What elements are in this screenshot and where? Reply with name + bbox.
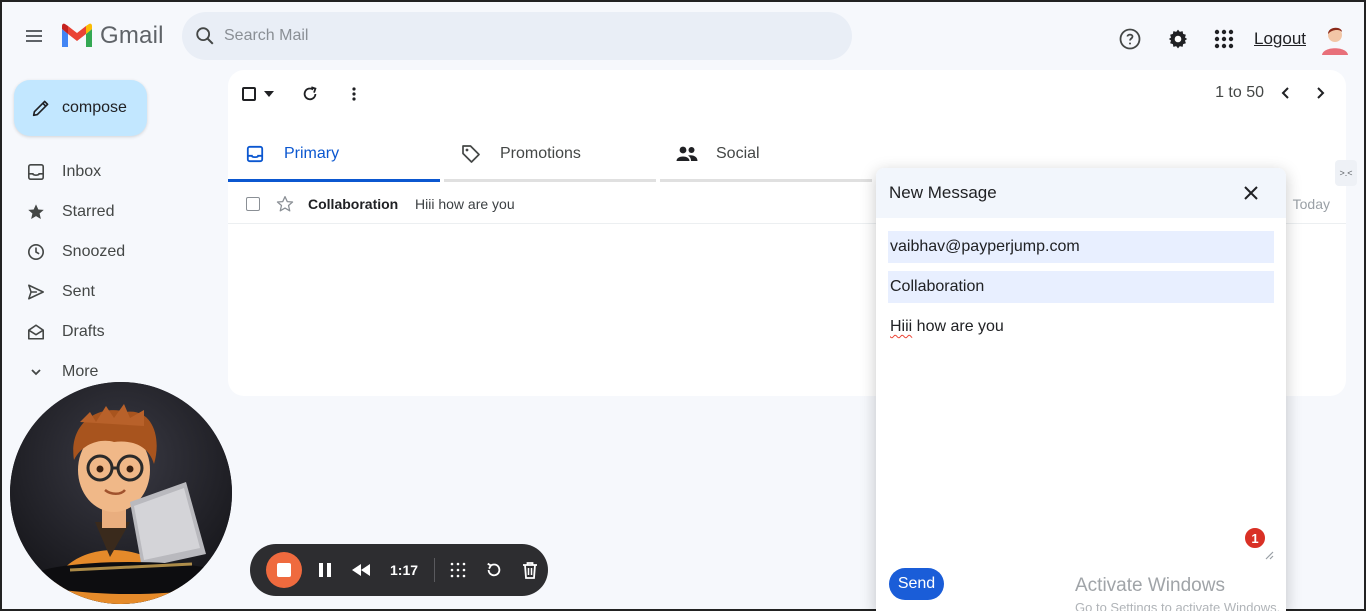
- select-all-control[interactable]: [242, 87, 276, 101]
- tab-label: Social: [716, 145, 760, 162]
- list-toolbar: [242, 82, 366, 106]
- trash-icon[interactable]: [517, 557, 543, 583]
- select-dropdown-icon[interactable]: [262, 87, 276, 101]
- logout-link[interactable]: Logout: [1254, 29, 1306, 49]
- account-avatar[interactable]: [1318, 22, 1352, 56]
- compose-label: compose: [62, 99, 127, 116]
- webcam-avatar-bubble[interactable]: [10, 382, 232, 604]
- sidebar-item-label: Inbox: [62, 163, 102, 180]
- tab-label: Promotions: [500, 145, 581, 162]
- sidebar-nav: Inbox Starred Snoozed Sent Drafts More: [2, 152, 222, 392]
- settings-gear-icon[interactable]: [1164, 25, 1192, 53]
- chevron-right-icon[interactable]: [1312, 85, 1328, 101]
- email-date: Today: [1292, 195, 1330, 212]
- sidebar-item-label: Starred: [62, 203, 115, 220]
- search-input[interactable]: [224, 27, 784, 45]
- screen-recorder-bar: 1:17: [250, 544, 548, 596]
- misspelled-word: Hiii: [890, 318, 913, 335]
- send-button[interactable]: Send: [889, 568, 944, 600]
- pencil-icon: [32, 100, 49, 117]
- tab-primary[interactable]: Primary: [228, 126, 440, 182]
- side-panel-toggle[interactable]: >.<: [1335, 160, 1357, 186]
- category-tabs: Primary Promotions Social: [228, 126, 876, 182]
- cartoon-avatar-illustration: [10, 382, 232, 604]
- close-icon[interactable]: [1240, 182, 1262, 204]
- sidebar-item-drafts[interactable]: Drafts: [2, 312, 222, 352]
- recording-timer: 1:17: [390, 562, 419, 578]
- email-snippet: Hiii how are you: [415, 195, 515, 212]
- help-icon[interactable]: [1116, 25, 1144, 53]
- sidebar-item-label: More: [62, 363, 99, 380]
- pause-icon[interactable]: [312, 557, 338, 583]
- tab-promotions[interactable]: Promotions: [444, 126, 656, 182]
- message-body-rest: how are you: [912, 318, 1004, 335]
- drafts-icon: [26, 322, 46, 342]
- header-actions: Logout: [1116, 22, 1352, 56]
- more-options-icon[interactable]: [342, 82, 366, 106]
- main-menu-icon[interactable]: [22, 24, 46, 48]
- apps-grid-icon[interactable]: [1210, 25, 1238, 53]
- recorder-divider: [434, 558, 436, 582]
- email-sender: Collaboration: [308, 195, 399, 212]
- inbox-icon: [26, 162, 46, 182]
- gmail-logo[interactable]: Gmail: [60, 22, 164, 50]
- star-icon: [26, 202, 46, 222]
- refresh-icon[interactable]: [298, 82, 322, 106]
- sidebar-item-label: Drafts: [62, 323, 105, 340]
- tab-social[interactable]: Social: [660, 126, 872, 182]
- resize-handle-icon[interactable]: [1264, 550, 1274, 560]
- search-icon[interactable]: [194, 25, 216, 47]
- inbox-icon: [244, 143, 266, 165]
- row-checkbox[interactable]: [246, 196, 260, 211]
- search-bar[interactable]: [182, 12, 852, 60]
- clock-icon: [26, 242, 46, 262]
- stop-square-icon: [277, 563, 291, 577]
- people-icon: [676, 143, 698, 165]
- gmail-m-icon: [62, 23, 92, 47]
- sidebar-item-snoozed[interactable]: Snoozed: [2, 232, 222, 272]
- tab-label: Primary: [284, 145, 340, 162]
- message-body[interactable]: Hiii how are you: [890, 318, 1004, 336]
- activate-windows-title: Activate Windows: [1075, 575, 1225, 596]
- compose-button[interactable]: compose: [14, 80, 147, 136]
- sidebar-item-starred[interactable]: Starred: [2, 192, 222, 232]
- app-name: Gmail: [100, 22, 164, 49]
- grid-dots-icon[interactable]: [445, 557, 471, 583]
- subject-field[interactable]: Collaboration: [888, 271, 1274, 303]
- notification-badge[interactable]: 1: [1243, 526, 1267, 550]
- compose-title: New Message: [889, 183, 997, 202]
- sidebar-item-inbox[interactable]: Inbox: [2, 152, 222, 192]
- pagination-label: 1 to 50: [1215, 84, 1264, 101]
- activate-windows-subtitle: Go to Settings to activate Windows.: [1075, 600, 1281, 611]
- pagination: 1 to 50: [1215, 84, 1328, 102]
- restart-icon[interactable]: [481, 557, 507, 583]
- compose-dialog: New Message vaibhav@payperjump.com Colla…: [876, 168, 1286, 611]
- to-field[interactable]: vaibhav@payperjump.com: [888, 231, 1274, 263]
- rewind-icon[interactable]: [348, 557, 374, 583]
- chevron-down-icon: [26, 362, 46, 382]
- chevron-left-icon[interactable]: [1278, 85, 1294, 101]
- app-header: Gmail Logout: [2, 2, 1364, 70]
- compose-header: New Message: [876, 168, 1286, 218]
- star-outline-icon[interactable]: [276, 195, 294, 213]
- sidebar-item-sent[interactable]: Sent: [2, 272, 222, 312]
- sidebar-item-label: Snoozed: [62, 243, 126, 260]
- sidebar-item-label: Sent: [62, 283, 95, 300]
- send-icon: [26, 282, 46, 302]
- select-all-checkbox[interactable]: [242, 87, 256, 101]
- tag-icon: [460, 143, 482, 165]
- stop-recording-button[interactable]: [266, 552, 302, 588]
